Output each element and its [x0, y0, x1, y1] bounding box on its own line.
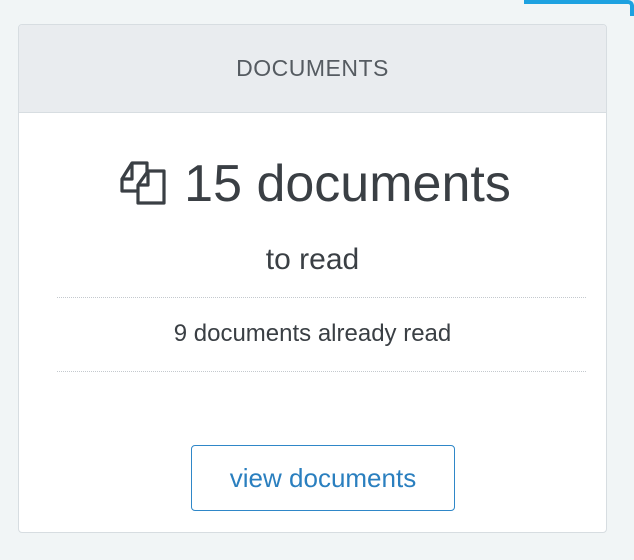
documents-to-read-count: 15 documents: [184, 155, 511, 213]
documents-card: DOCUMENTS 15 documents to read 9 documen…: [18, 24, 607, 533]
card-header: DOCUMENTS: [19, 25, 606, 113]
documents-count-row: 15 documents: [19, 155, 606, 213]
divider-top: [57, 297, 586, 298]
copy-documents-icon: [120, 161, 166, 205]
view-documents-button[interactable]: view documents: [191, 445, 455, 511]
documents-already-read: 9 documents already read: [173, 320, 452, 347]
card-title: DOCUMENTS: [236, 55, 389, 81]
divider-bottom: [57, 371, 586, 372]
to-read-label: to read: [265, 243, 360, 276]
accent-border-corner: [524, 0, 634, 16]
